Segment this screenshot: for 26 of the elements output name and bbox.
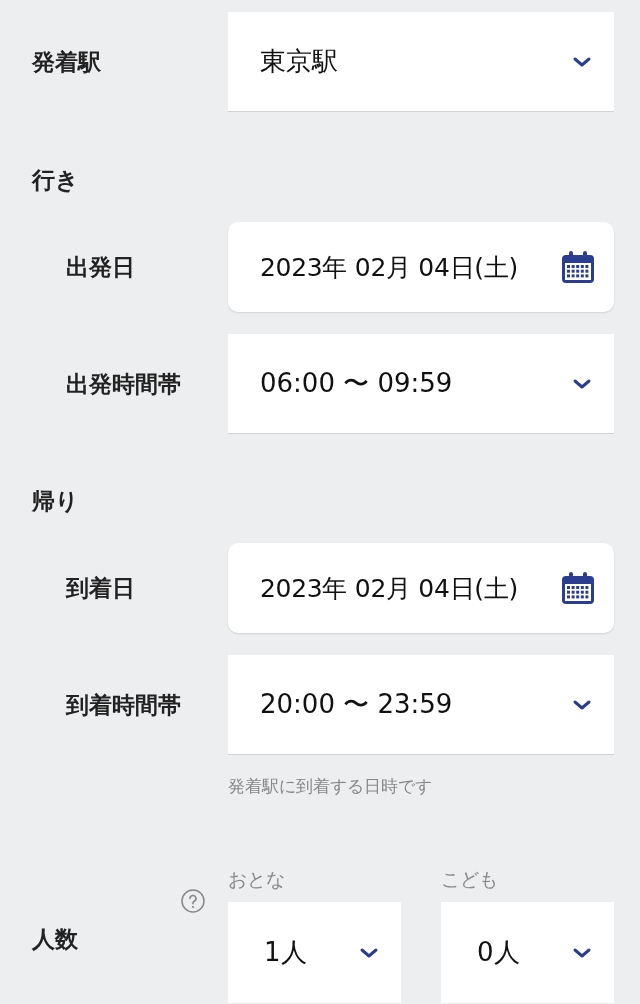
field-label: おとな (228, 867, 286, 892)
dropdown[interactable]: 0人 (441, 902, 614, 1003)
field-label: 到着日 (64, 573, 136, 603)
helper-text: 発着駅に到着する日時です (228, 775, 433, 798)
dropdown[interactable]: 1人 (228, 902, 401, 1003)
field-label: 出発日 (65, 252, 136, 282)
section-heading: 行き (30, 166, 80, 195)
dropdown[interactable]: 06:00 〜 09:59 (228, 334, 614, 434)
chevron-down-icon (359, 946, 379, 959)
chevron-down-icon (572, 698, 592, 711)
field-label: 到着時間帯 (64, 690, 182, 720)
date-field[interactable]: 2023年 02月 04日(土) (228, 222, 614, 312)
date-field[interactable]: 2023年 02月 04日(土) (228, 543, 614, 633)
calendar-icon (560, 570, 596, 606)
chevron-down-icon (572, 377, 592, 390)
dropdown[interactable]: 20:00 〜 23:59 (228, 655, 614, 755)
dropdown[interactable]: 東京駅 (228, 12, 614, 112)
chevron-down-icon (572, 55, 592, 68)
chevron-down-icon (572, 946, 592, 959)
calendar-icon (560, 249, 596, 285)
section-heading: 帰り (31, 487, 80, 516)
field-label: 人数 (31, 925, 79, 954)
field-label: こども (441, 867, 499, 892)
field-label: 出発時間帯 (65, 369, 182, 399)
help-icon[interactable] (181, 889, 205, 913)
field-label: 発着駅 (30, 47, 102, 77)
